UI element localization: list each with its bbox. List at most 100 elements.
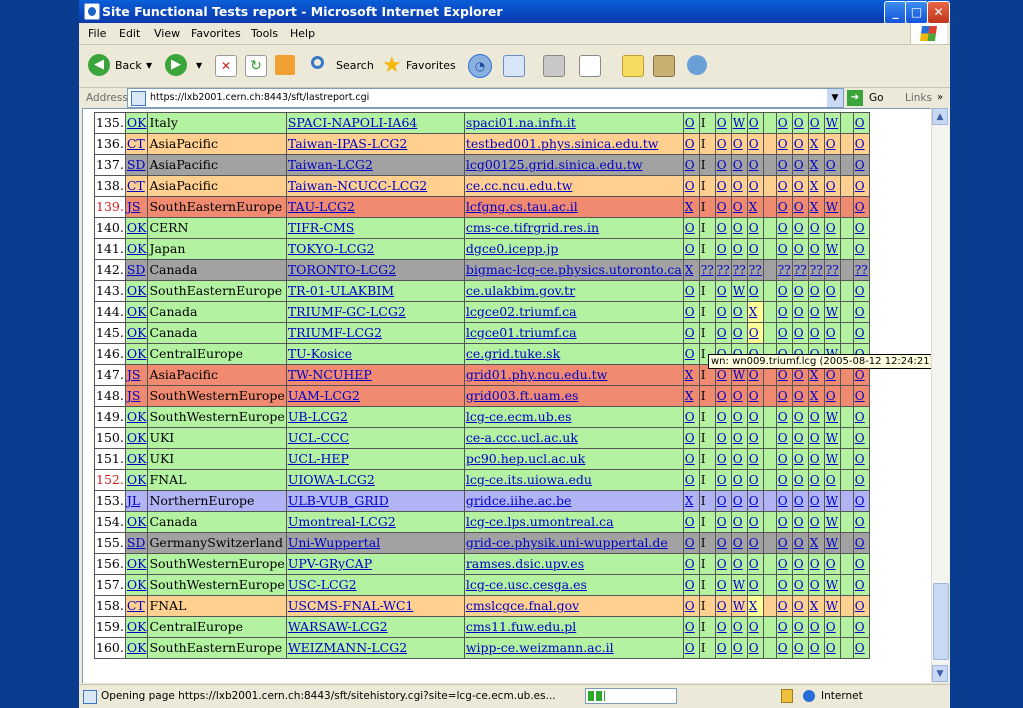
- ce-link[interactable]: cms-ce.tifrgrid.res.in: [466, 220, 599, 235]
- test-link[interactable]: X: [810, 368, 819, 382]
- ce-link[interactable]: spaci01.na.infn.it: [466, 115, 576, 130]
- test-link[interactable]: O: [685, 347, 695, 361]
- test-link[interactable]: O: [749, 137, 759, 151]
- links-button[interactable]: Links: [905, 88, 932, 108]
- test-link[interactable]: W: [826, 200, 838, 214]
- print-icon[interactable]: [543, 55, 565, 77]
- test-link[interactable]: O: [794, 578, 804, 592]
- test-link[interactable]: O: [826, 179, 836, 193]
- ce-link[interactable]: bigmac-lcg-ce.physics.utoronto.ca: [466, 262, 682, 277]
- status-link[interactable]: OK: [127, 556, 147, 571]
- status-link[interactable]: JS: [127, 367, 141, 382]
- test-link[interactable]: O: [778, 137, 788, 151]
- test-link[interactable]: W: [826, 452, 838, 466]
- status-link[interactable]: SD: [127, 262, 146, 277]
- test-link[interactable]: O: [717, 137, 727, 151]
- test-link[interactable]: X: [749, 200, 758, 214]
- status-link[interactable]: OK: [127, 514, 147, 529]
- site-link[interactable]: TR-01-ULAKBIM: [288, 283, 394, 298]
- test-link[interactable]: O: [778, 431, 788, 445]
- status-link[interactable]: CT: [127, 178, 145, 193]
- ce-link[interactable]: wipp-ce.weizmann.ac.il: [466, 640, 614, 655]
- test-link[interactable]: O: [794, 494, 804, 508]
- test-link[interactable]: O: [826, 137, 836, 151]
- test-link[interactable]: O: [717, 515, 727, 529]
- site-link[interactable]: UB-LCG2: [288, 409, 348, 424]
- test-link[interactable]: O: [749, 578, 759, 592]
- test-link[interactable]: O: [810, 431, 820, 445]
- test-link[interactable]: O: [826, 284, 836, 298]
- test-link[interactable]: W: [733, 599, 745, 613]
- test-link[interactable]: O: [749, 326, 759, 340]
- test-link[interactable]: O: [717, 284, 727, 298]
- ce-link[interactable]: lcg-ce.its.uiowa.edu: [466, 472, 592, 487]
- test-link[interactable]: O: [855, 158, 865, 172]
- status-link[interactable]: OK: [127, 451, 147, 466]
- site-link[interactable]: Taiwan-NCUCC-LCG2: [288, 178, 427, 193]
- test-link[interactable]: O: [794, 137, 804, 151]
- test-link[interactable]: O: [810, 326, 820, 340]
- test-link[interactable]: W: [826, 515, 838, 529]
- test-link[interactable]: W: [826, 305, 838, 319]
- test-link[interactable]: ??: [717, 263, 730, 277]
- test-link[interactable]: O: [717, 620, 727, 634]
- test-link[interactable]: O: [810, 116, 820, 130]
- test-link[interactable]: O: [855, 221, 865, 235]
- test-link[interactable]: O: [733, 473, 743, 487]
- test-link[interactable]: O: [826, 620, 836, 634]
- test-link[interactable]: O: [826, 158, 836, 172]
- address-input[interactable]: https://lxb2001.cern.ch:8443/sft/lastrep…: [127, 88, 844, 108]
- test-link[interactable]: O: [810, 578, 820, 592]
- test-link[interactable]: O: [855, 242, 865, 256]
- test-link[interactable]: O: [794, 410, 804, 424]
- ce-link[interactable]: grid01.phy.ncu.edu.tw: [466, 367, 608, 382]
- minimize-button[interactable]: _: [884, 1, 907, 24]
- test-link[interactable]: O: [826, 221, 836, 235]
- history-icon[interactable]: ◔: [468, 54, 492, 78]
- test-link[interactable]: O: [826, 641, 836, 655]
- test-link[interactable]: O: [855, 116, 865, 130]
- test-link[interactable]: O: [685, 641, 695, 655]
- test-link[interactable]: X: [810, 158, 819, 172]
- test-link[interactable]: O: [717, 200, 727, 214]
- test-link[interactable]: O: [778, 179, 788, 193]
- test-link[interactable]: O: [733, 158, 743, 172]
- test-link[interactable]: O: [778, 410, 788, 424]
- ce-link[interactable]: lcgce01.triumf.ca: [466, 325, 577, 340]
- test-link[interactable]: ??: [733, 263, 746, 277]
- maximize-button[interactable]: □: [905, 1, 928, 24]
- test-link[interactable]: O: [855, 389, 865, 403]
- ce-link[interactable]: grid-ce.physik.uni-wuppertal.de: [466, 535, 668, 550]
- test-link[interactable]: O: [778, 221, 788, 235]
- test-link[interactable]: O: [778, 620, 788, 634]
- test-link[interactable]: O: [855, 179, 865, 193]
- test-link[interactable]: O: [810, 452, 820, 466]
- ce-link[interactable]: cms11.fuw.edu.pl: [466, 619, 576, 634]
- status-link[interactable]: SD: [127, 535, 146, 550]
- test-link[interactable]: O: [733, 242, 743, 256]
- status-link[interactable]: JS: [127, 199, 141, 214]
- test-link[interactable]: O: [778, 305, 788, 319]
- site-link[interactable]: Taiwan-LCG2: [288, 157, 373, 172]
- status-link[interactable]: OK: [127, 241, 147, 256]
- test-link[interactable]: W: [733, 578, 745, 592]
- test-link[interactable]: O: [749, 116, 759, 130]
- status-link[interactable]: OK: [127, 115, 147, 130]
- menu-favorites[interactable]: Favorites: [191, 23, 241, 44]
- site-link[interactable]: TAU-LCG2: [288, 199, 355, 214]
- test-link[interactable]: O: [810, 494, 820, 508]
- test-link[interactable]: O: [685, 158, 695, 172]
- test-link[interactable]: O: [778, 515, 788, 529]
- test-link[interactable]: O: [794, 368, 804, 382]
- site-link[interactable]: WEIZMANN-LCG2: [288, 640, 407, 655]
- test-link[interactable]: O: [778, 158, 788, 172]
- test-link[interactable]: O: [749, 536, 759, 550]
- test-link[interactable]: O: [855, 326, 865, 340]
- test-link[interactable]: ??: [855, 263, 868, 277]
- discuss-icon[interactable]: [622, 55, 644, 77]
- test-link[interactable]: O: [717, 599, 727, 613]
- test-link[interactable]: O: [855, 620, 865, 634]
- status-link[interactable]: OK: [127, 640, 147, 655]
- test-link[interactable]: X: [749, 599, 758, 613]
- scroll-up-icon[interactable]: ▲: [932, 108, 948, 125]
